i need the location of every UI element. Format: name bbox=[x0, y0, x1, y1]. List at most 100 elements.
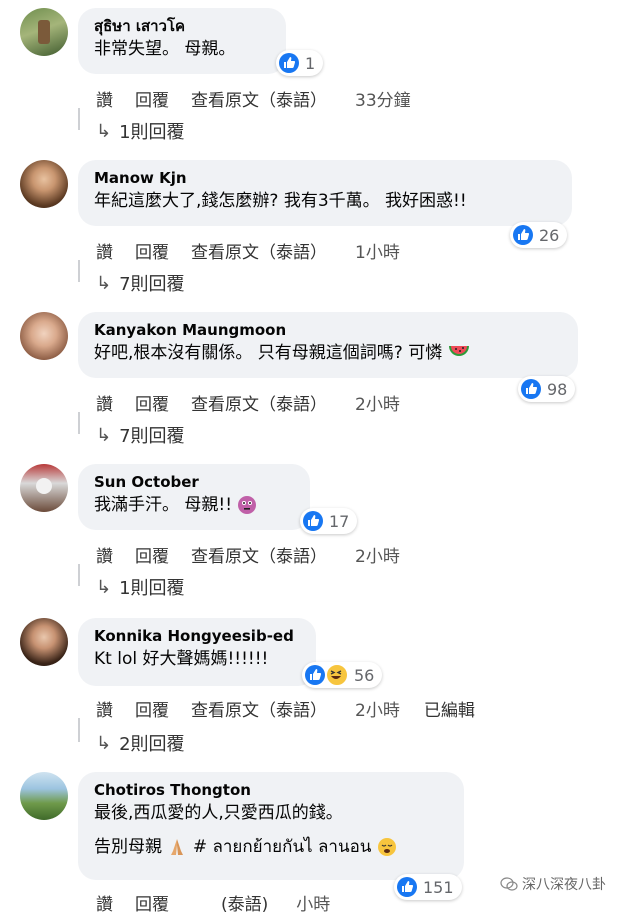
like-link[interactable]: 讚 bbox=[96, 696, 113, 721]
comment-bubble: Konnika Hongyeesib-ed Kt lol 好大聲媽媽!!!!!! bbox=[78, 618, 316, 686]
see-original-link[interactable]: 查看原文（泰語） bbox=[191, 696, 327, 721]
replies-count: 7則回覆 bbox=[119, 274, 185, 295]
reaction-count: 26 bbox=[539, 225, 560, 245]
comment-actions: 讚 回覆 查看原文（泰語） 2小時 bbox=[96, 390, 422, 415]
timestamp[interactable]: 2小時 bbox=[355, 542, 400, 567]
see-original-link[interactable]: 查看原文（泰語） bbox=[191, 390, 327, 415]
like-link[interactable]: 讚 bbox=[96, 542, 113, 567]
author-name[interactable]: Sun October bbox=[94, 472, 296, 492]
thread-line bbox=[78, 564, 80, 586]
comment-bubble: Chotiros Thongton 最後,西瓜愛的人,只愛西瓜的錢。 告別母親 … bbox=[78, 772, 464, 880]
replies-count: 7則回覆 bbox=[119, 426, 185, 447]
replies-count: 2則回覆 bbox=[119, 734, 185, 755]
reaction-count: 56 bbox=[354, 665, 375, 685]
see-original-link[interactable]: 查看原文（泰語） bbox=[191, 86, 327, 111]
comment-actions: 讚 回覆 查看原文（泰語） 33分鐘 bbox=[96, 86, 433, 111]
thread-line bbox=[78, 108, 80, 130]
like-icon bbox=[279, 53, 299, 73]
reaction-count: 98 bbox=[547, 379, 568, 399]
farewell-text: 告別母親 bbox=[94, 837, 162, 857]
avatar[interactable] bbox=[20, 312, 68, 360]
reaction-badge[interactable]: 26 bbox=[510, 222, 568, 248]
sleepy-face-icon bbox=[377, 838, 396, 856]
like-link[interactable]: 讚 bbox=[96, 238, 113, 263]
view-replies[interactable]: ↳ 1則回覆 bbox=[96, 118, 185, 144]
replies-count: 1則回覆 bbox=[119, 578, 185, 599]
view-replies[interactable]: ↳ 7則回覆 bbox=[96, 270, 185, 296]
like-icon bbox=[397, 877, 417, 897]
view-replies[interactable]: ↳ 1則回覆 bbox=[96, 574, 185, 600]
timestamp[interactable]: 2小時 bbox=[355, 390, 400, 415]
comment-text: 年紀這麼大了,錢怎麼辦? 我有3千萬。 我好困惑!! bbox=[94, 191, 467, 211]
comment-text: 最後,西瓜愛的人,只愛西瓜的錢。 bbox=[94, 803, 343, 823]
reply-arrow-icon: ↳ bbox=[96, 424, 112, 446]
edited-label: 已編輯 bbox=[423, 701, 475, 721]
reply-link[interactable]: 回覆 bbox=[135, 542, 169, 567]
reply-link[interactable]: 回覆 bbox=[135, 238, 169, 263]
see-original-link[interactable]: 查看原文（泰語） bbox=[191, 238, 327, 263]
timestamp[interactable]: 2小時 bbox=[355, 696, 400, 721]
flushed-face-icon bbox=[238, 496, 257, 514]
reaction-badge[interactable]: 98 bbox=[518, 376, 576, 402]
thread-line bbox=[78, 718, 80, 742]
thai-text: # ลายกย้ายกันไ ลานอน bbox=[192, 837, 372, 857]
like-icon bbox=[303, 511, 323, 531]
watermark: 深八深夜八卦 bbox=[500, 874, 606, 894]
author-name[interactable]: Manow Kjn bbox=[94, 168, 558, 188]
like-link[interactable]: 讚 bbox=[96, 390, 113, 415]
comment-text: 好吧,根本沒有關係。 只有母親這個詞嗎? 可憐 bbox=[94, 340, 564, 366]
avatar[interactable] bbox=[20, 464, 68, 512]
reaction-badge[interactable]: 151 bbox=[394, 874, 462, 900]
comment-text-line-2: 告別母親 # ลายกย้ายกันไ ลานอน bbox=[94, 834, 450, 860]
avatar[interactable] bbox=[20, 160, 68, 208]
comment-bubble: สุธิษา เสาวโค 非常失望。 母親。 bbox=[78, 8, 286, 74]
like-link[interactable]: 讚 bbox=[96, 86, 113, 111]
reply-arrow-icon: ↳ bbox=[96, 120, 112, 142]
see-original-link[interactable]: 查看原文（泰語） bbox=[191, 542, 327, 567]
timestamp[interactable]: 1小時 bbox=[355, 238, 400, 263]
like-icon bbox=[305, 665, 325, 685]
comment-actions: 讚 回覆 查看原文（泰語） 2小時 已編輯 bbox=[96, 696, 497, 721]
author-name[interactable]: Chotiros Thongton bbox=[94, 780, 450, 800]
comment-actions: 讚 回覆 (泰語) 小時 bbox=[96, 890, 352, 915]
thread-line bbox=[78, 260, 80, 282]
comment-text: Kt lol 好大聲媽媽!!!!!! bbox=[94, 649, 269, 669]
reply-link[interactable]: 回覆 bbox=[135, 86, 169, 111]
wechat-icon bbox=[500, 877, 518, 891]
comment-text: 非常失望。 母親。 bbox=[94, 39, 236, 59]
like-icon bbox=[513, 225, 533, 245]
watermark-text: 深八深夜八卦 bbox=[522, 877, 606, 893]
author-name[interactable]: Konnika Hongyeesib-ed bbox=[94, 626, 302, 646]
reaction-badge[interactable]: 17 bbox=[300, 508, 358, 534]
pray-hands-icon bbox=[171, 839, 184, 855]
view-replies[interactable]: ↳ 7則回覆 bbox=[96, 422, 185, 448]
view-replies[interactable]: ↳ 2則回覆 bbox=[96, 730, 185, 756]
haha-icon bbox=[326, 664, 348, 686]
like-icon bbox=[521, 379, 541, 399]
reply-arrow-icon: ↳ bbox=[96, 732, 112, 754]
author-name[interactable]: สุธิษา เสาวโค bbox=[94, 16, 272, 36]
reaction-badge[interactable]: 56 bbox=[302, 662, 383, 688]
reaction-badge[interactable]: 1 bbox=[276, 50, 324, 76]
comment-text-body: 好吧,根本沒有關係。 只有母親這個詞嗎? 可憐 bbox=[94, 343, 443, 363]
reply-arrow-icon: ↳ bbox=[96, 272, 112, 294]
timestamp[interactable]: 小時 bbox=[296, 890, 330, 915]
comment-text-body: 我滿手汗。 母親!! bbox=[94, 495, 233, 515]
timestamp[interactable]: 33分鐘 bbox=[355, 86, 411, 111]
see-original-link[interactable]: (泰語) bbox=[221, 890, 268, 915]
reply-link[interactable]: 回覆 bbox=[135, 390, 169, 415]
comment-text: 我滿手汗。 母親!! bbox=[94, 492, 296, 518]
avatar[interactable] bbox=[20, 618, 68, 666]
comment-bubble: Sun October 我滿手汗。 母親!! bbox=[78, 464, 310, 530]
comment-actions: 讚 回覆 查看原文（泰語） 2小時 bbox=[96, 542, 422, 567]
like-link[interactable]: 讚 bbox=[96, 890, 113, 915]
author-name[interactable]: Kanyakon Maungmoon bbox=[94, 320, 564, 340]
reaction-count: 151 bbox=[423, 877, 454, 897]
reply-link[interactable]: 回覆 bbox=[135, 890, 169, 915]
avatar[interactable] bbox=[20, 8, 68, 56]
reply-arrow-icon: ↳ bbox=[96, 576, 112, 598]
reply-link[interactable]: 回覆 bbox=[135, 696, 169, 721]
reaction-count: 1 bbox=[305, 53, 316, 73]
reaction-count: 17 bbox=[329, 511, 350, 531]
avatar[interactable] bbox=[20, 772, 68, 820]
